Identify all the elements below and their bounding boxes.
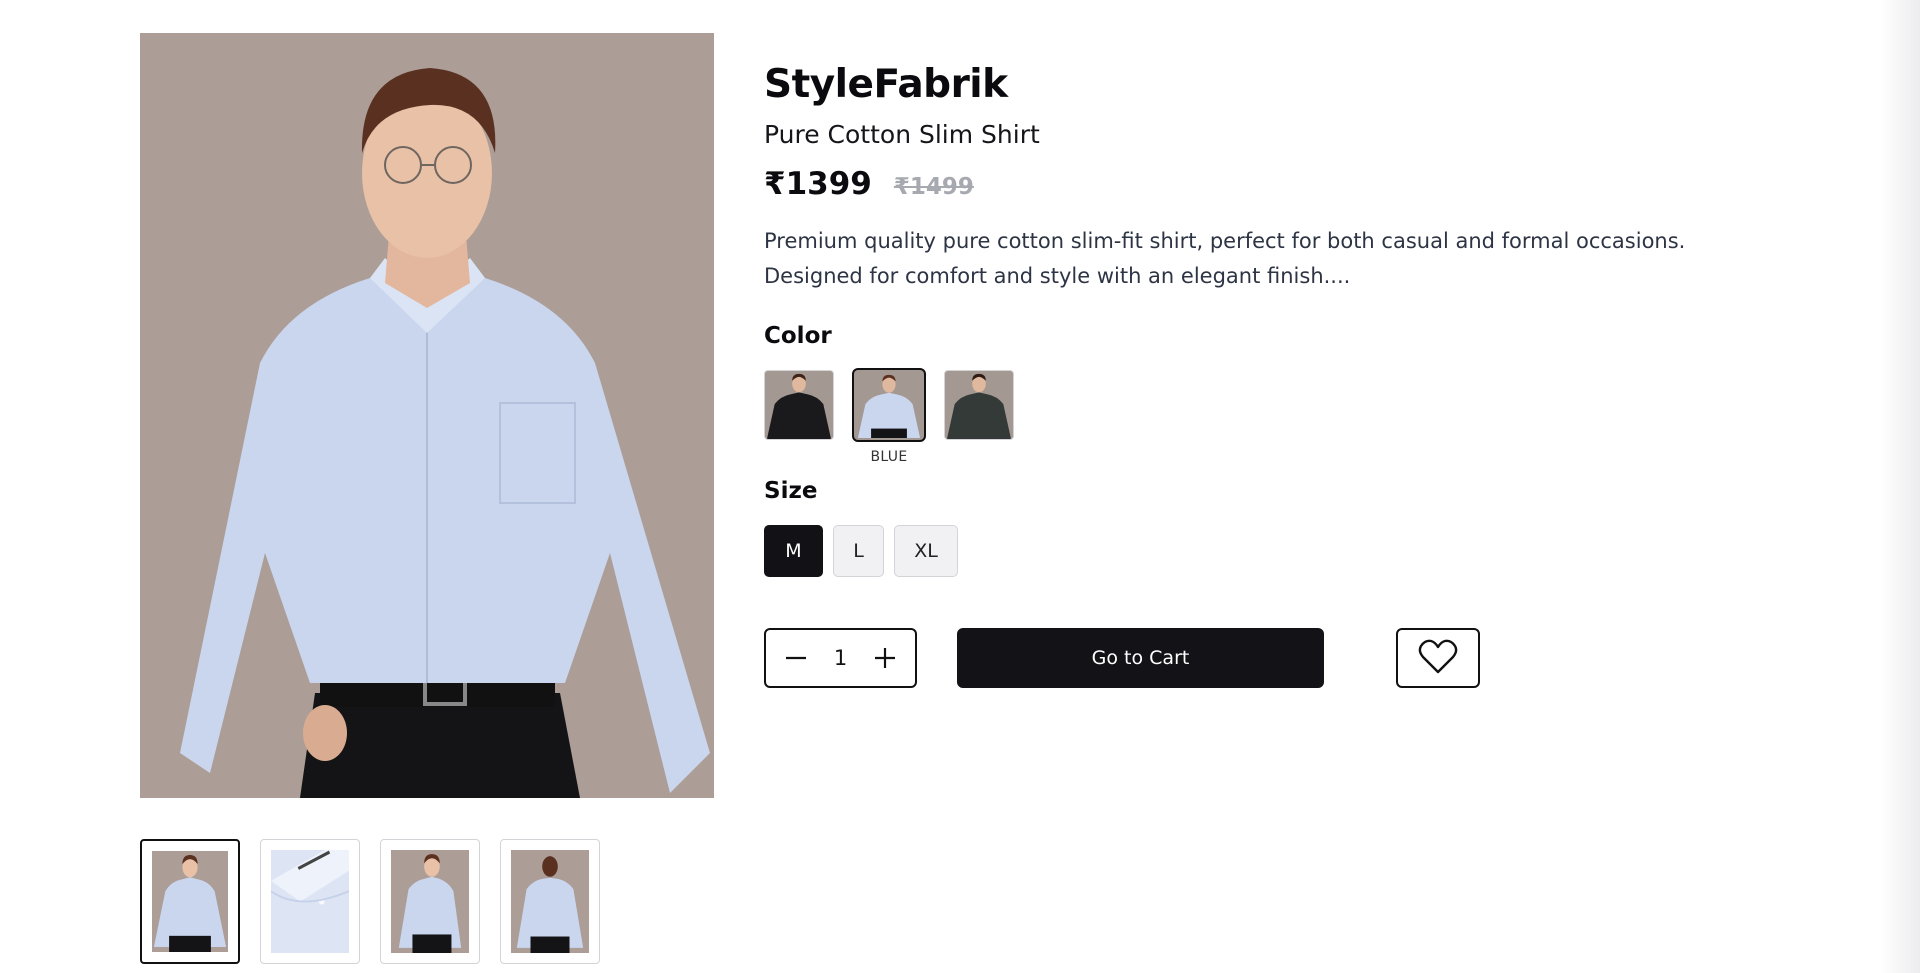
purchase-actions: 1 Go to Cart (764, 628, 1764, 688)
go-to-cart-button[interactable]: Go to Cart (957, 628, 1324, 688)
thumbnail-model-front[interactable] (140, 839, 240, 964)
product-info: StyleFabrik Pure Cotton Slim Shirt ₹1399… (764, 58, 1764, 688)
selected-color-name: BLUE (870, 449, 908, 465)
plus-icon[interactable] (873, 646, 897, 670)
size-options: M L XL (764, 525, 1764, 577)
thumbnail-folded-shirt[interactable] (260, 839, 360, 964)
color-swatch-dark-grey[interactable] (944, 370, 1014, 440)
thumbnail-model-angled[interactable] (380, 839, 480, 964)
original-price: ₹1499 (893, 174, 974, 200)
thumbnail-strip (140, 839, 600, 964)
quantity-value: 1 (833, 646, 848, 670)
wishlist-button[interactable] (1396, 628, 1480, 688)
color-swatches: BLUE (764, 368, 1764, 470)
sale-price: ₹1399 (764, 166, 872, 202)
minus-icon[interactable] (784, 646, 808, 670)
color-label: Color (764, 323, 832, 349)
size-button-xl[interactable]: XL (894, 525, 958, 577)
size-button-m[interactable]: M (764, 525, 823, 577)
color-swatch-black[interactable] (764, 370, 834, 440)
quantity-stepper: 1 (764, 628, 917, 688)
color-swatch-blue[interactable]: BLUE (852, 368, 926, 465)
brand-name: StyleFabrik (764, 62, 1008, 107)
heart-icon (1418, 639, 1458, 678)
product-title: Pure Cotton Slim Shirt (764, 120, 1040, 149)
right-edge-shadow (1880, 0, 1920, 973)
price-row: ₹1399 ₹1499 (764, 166, 1764, 202)
size-button-l[interactable]: L (833, 525, 884, 577)
size-label: Size (764, 478, 818, 504)
product-description: Premium quality pure cotton slim-fit shi… (764, 229, 1686, 288)
main-product-image (140, 33, 714, 798)
thumbnail-model-back[interactable] (500, 839, 600, 964)
